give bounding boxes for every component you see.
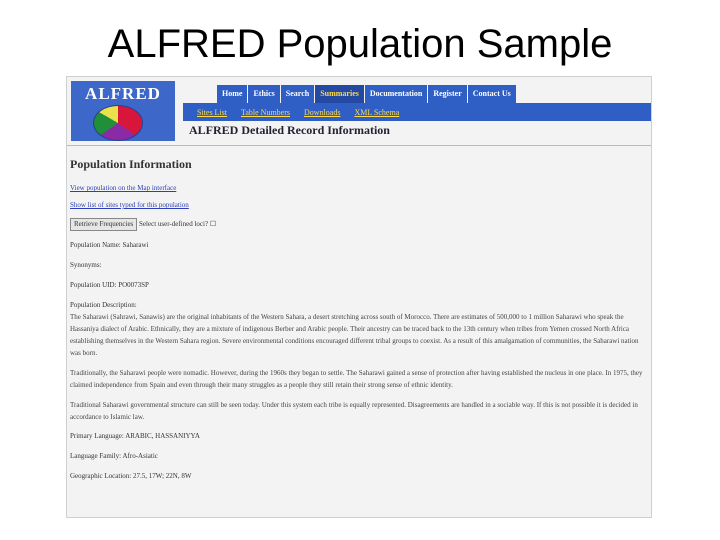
- description-paragraph-1: The Saharawi (Sahrawi, Sanawis) are the …: [70, 313, 639, 357]
- subnav-sites-list[interactable]: Sites List: [197, 108, 227, 117]
- subnav-table-numbers[interactable]: Table Numbers: [241, 108, 290, 117]
- map-link[interactable]: View population on the Map interface: [70, 184, 648, 192]
- sites-link[interactable]: Show list of sites typed for this popula…: [70, 201, 648, 209]
- pie-chart-icon: [93, 105, 143, 141]
- tab-summaries[interactable]: Summaries: [315, 85, 364, 103]
- section-title: Population Information: [70, 157, 192, 171]
- primary-language: Primary Language: ARABIC, HASSANIYYA: [70, 432, 200, 440]
- screenshot-frame: ALFRED Home Ethics Search Summaries Docu…: [66, 76, 652, 518]
- language-family: Language Family: Afro-Asiatic: [70, 452, 158, 460]
- population-uid: Population UID: PO0073SP: [70, 281, 149, 289]
- retrieve-frequencies-button[interactable]: Retrieve Frequencies: [70, 218, 138, 231]
- tab-contact-us[interactable]: Contact Us: [467, 85, 516, 103]
- description-paragraph-3: Traditional Saharawi governmental struct…: [70, 401, 638, 421]
- logo-text: ALFRED: [85, 84, 161, 103]
- tab-documentation[interactable]: Documentation: [364, 85, 428, 103]
- tab-register[interactable]: Register: [428, 85, 467, 103]
- frequencies-note: Select user-defined loci?: [139, 220, 209, 228]
- description-paragraph-2: Traditionally, the Saharawi people were …: [70, 369, 643, 389]
- sub-nav: Sites List Table Numbers Downloads XML S…: [183, 103, 651, 121]
- alfred-logo[interactable]: ALFRED: [71, 81, 175, 141]
- main-nav: Home Ethics Search Summaries Documentati…: [217, 85, 517, 103]
- geographic-location: Geographic Location: 27.5, 17W; 22N, 8W: [70, 472, 192, 480]
- loci-checkbox[interactable]: ☐: [210, 220, 216, 228]
- tab-home[interactable]: Home: [217, 85, 248, 103]
- description-label: Population Description:: [70, 301, 137, 309]
- record-content: Population Information View population o…: [70, 157, 648, 491]
- tab-ethics[interactable]: Ethics: [248, 85, 280, 103]
- subnav-downloads[interactable]: Downloads: [304, 108, 340, 117]
- divider: [67, 145, 651, 146]
- tab-search[interactable]: Search: [280, 85, 315, 103]
- slide-title: ALFRED Population Sample: [107, 22, 613, 66]
- page-heading: ALFRED Detailed Record Information: [189, 123, 390, 137]
- frequencies-row: Retrieve Frequencies Select user-defined…: [70, 218, 648, 231]
- subnav-xml-schema[interactable]: XML Schema: [354, 108, 399, 117]
- synonyms: Synonyms:: [70, 261, 102, 269]
- population-name: Population Name: Saharawi: [70, 241, 149, 249]
